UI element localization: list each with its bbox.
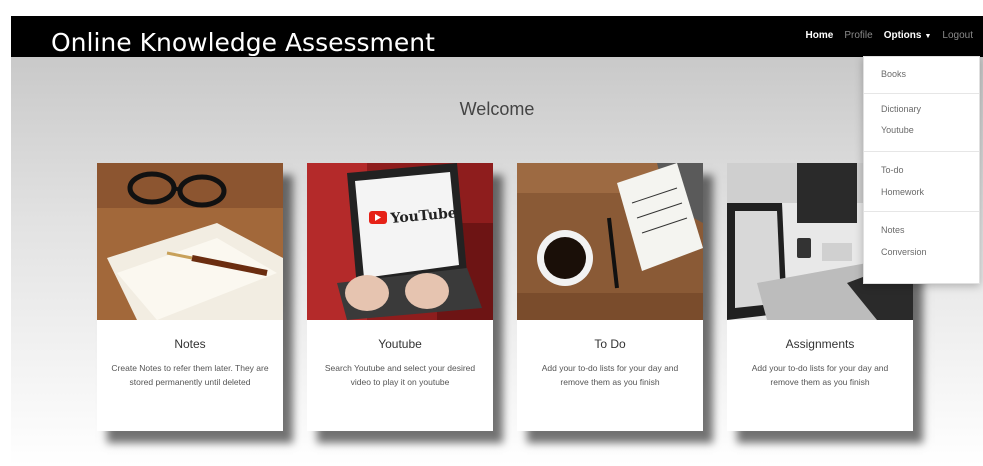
- notes-image: [97, 163, 283, 320]
- nav-links: Home Profile Options ▼ Logout: [806, 30, 973, 41]
- dropdown-divider: [864, 211, 979, 212]
- dropdown-item-notes[interactable]: Notes: [881, 219, 905, 241]
- card-description: Add your to-do lists for your day and re…: [751, 363, 889, 387]
- nav-profile-link[interactable]: Profile: [844, 30, 872, 41]
- nav-logout-link[interactable]: Logout: [942, 30, 973, 41]
- card-title: To Do: [594, 337, 626, 351]
- navbar: Online Knowledge Assessment Home Profile…: [11, 16, 983, 57]
- card-title: Youtube: [378, 337, 422, 351]
- dropdown-divider: [864, 151, 979, 152]
- card-notes[interactable]: Notes Create Notes to refer them later. …: [97, 163, 283, 431]
- card-description: Create Notes to refer them later. They a…: [111, 363, 269, 387]
- card-title: Assignments: [785, 337, 855, 351]
- dropdown-item-dictionary[interactable]: Dictionary: [881, 98, 921, 120]
- dropdown-item-books[interactable]: Books: [881, 63, 906, 85]
- dropdown-divider: [864, 93, 979, 94]
- nav-options-dropdown[interactable]: Options ▼: [884, 30, 932, 41]
- nav-home-link[interactable]: Home: [806, 30, 834, 41]
- dropdown-item-youtube[interactable]: Youtube: [881, 119, 914, 141]
- card-description: Add your to-do lists for your day and re…: [541, 363, 679, 387]
- caret-down-icon: ▼: [924, 33, 932, 40]
- dropdown-item-conversion[interactable]: Conversion: [881, 241, 927, 263]
- dropdown-item-todo[interactable]: To-do: [881, 159, 904, 181]
- todo-image: [517, 163, 703, 320]
- card-youtube[interactable]: YouTube Youtube Search Youtube and selec…: [307, 163, 493, 431]
- card-todo[interactable]: To Do Add your to-do lists for your day …: [517, 163, 703, 431]
- page-title: Welcome: [459, 99, 535, 119]
- dropdown-item-homework[interactable]: Homework: [881, 181, 924, 203]
- card-description: Search Youtube and select your desired v…: [324, 363, 476, 387]
- options-dropdown-menu: Books Dictionary Youtube To-do Homework …: [863, 56, 980, 284]
- card-title: Notes: [174, 337, 206, 351]
- brand-title[interactable]: Online Knowledge Assessment: [51, 27, 435, 59]
- main-content: Welcome Notes Create Notes to refer them…: [11, 57, 983, 466]
- youtube-image: YouTube: [307, 163, 493, 320]
- nav-options-label: Options: [883, 30, 922, 41]
